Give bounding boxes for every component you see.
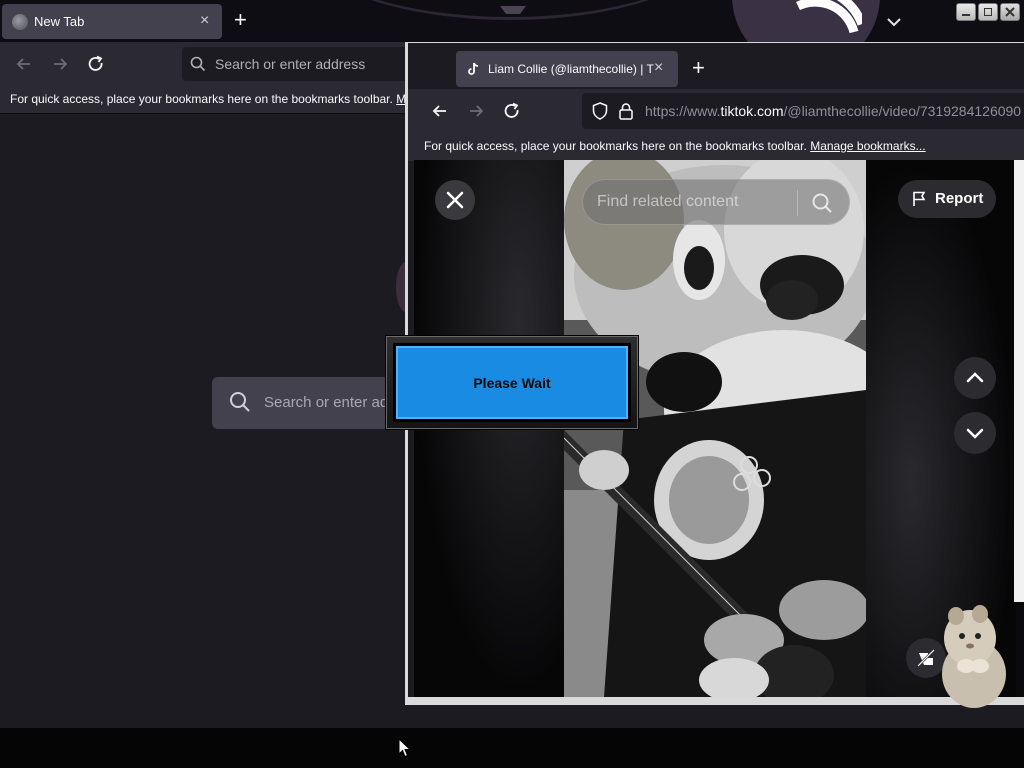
please-wait-label: Please Wait	[473, 374, 551, 391]
navigation-toolbar: Search or enter address	[0, 42, 422, 86]
url-path: /@liamthecollie/video/7319284126090	[783, 103, 1022, 119]
bookmarks-hint: For quick access, place your bookmarks h…	[424, 139, 926, 153]
tab-bar: New Tab × +	[0, 0, 410, 42]
firefox-icon	[12, 14, 28, 30]
report-button[interactable]: Report	[898, 180, 996, 218]
bookmarks-hint: For quick access, place your bookmarks h…	[10, 92, 413, 106]
window-controls	[956, 3, 1020, 21]
page-edge	[1014, 160, 1024, 602]
bookmarks-toolbar: For quick access, place your bookmarks h…	[0, 86, 413, 114]
please-wait-dialog: Please Wait	[386, 336, 638, 429]
search-icon[interactable]	[811, 192, 833, 214]
bookmarks-hint-text: For quick access, place your bookmarks h…	[10, 92, 393, 106]
close-video-button[interactable]	[435, 180, 475, 220]
search-placeholder: Find related content	[597, 193, 739, 210]
next-video-button[interactable]	[954, 412, 996, 454]
background-browser-window: New Tab × + Search or enter address For …	[0, 0, 422, 728]
please-wait-panel: Please Wait	[393, 343, 631, 422]
address-bar[interactable]: https://www.tiktok.com/@liamthecollie/vi…	[582, 93, 1024, 129]
close-window-button[interactable]	[1000, 3, 1020, 21]
flag-icon	[913, 191, 926, 206]
chevron-up-icon	[966, 372, 984, 383]
address-bar[interactable]: Search or enter address	[182, 47, 422, 81]
address-placeholder: Search or enter address	[215, 56, 366, 72]
forward-arrow-icon[interactable]	[466, 101, 486, 121]
wallpaper-circle	[732, 0, 880, 42]
back-arrow-icon[interactable]	[430, 101, 450, 121]
url-host: tiktok.com	[720, 103, 784, 119]
maximize-button[interactable]	[978, 3, 998, 21]
chevron-down-icon[interactable]	[884, 12, 904, 32]
search-icon	[190, 56, 206, 72]
bookmarks-hint-text: For quick access, place your bookmarks h…	[424, 139, 807, 153]
tiktok-icon	[468, 62, 479, 75]
search-icon	[230, 392, 250, 412]
chevron-down-icon	[966, 428, 984, 439]
tab-new-tab[interactable]: New Tab ×	[2, 4, 222, 39]
forward-arrow-icon[interactable]	[50, 54, 70, 74]
find-related-search[interactable]: Find related content	[582, 179, 850, 225]
reload-icon[interactable]	[502, 101, 522, 121]
back-arrow-icon[interactable]	[14, 54, 34, 74]
wallpaper-ornament	[500, 6, 526, 14]
close-tab-icon[interactable]: ×	[200, 12, 209, 30]
shield-icon[interactable]	[592, 102, 608, 120]
close-icon	[446, 191, 464, 209]
hamster-mascot[interactable]	[936, 604, 1008, 708]
url-prefix: https://www.	[645, 103, 721, 119]
minimize-button[interactable]	[956, 3, 976, 21]
search-divider	[797, 190, 798, 216]
tab-bar: Liam Collie (@liamthecollie) | T × +	[408, 43, 1024, 89]
lock-icon[interactable]	[618, 102, 634, 120]
navigation-toolbar: https://www.tiktok.com/@liamthecollie/vi…	[408, 89, 1024, 133]
reload-icon[interactable]	[86, 54, 106, 74]
tab-tiktok[interactable]: Liam Collie (@liamthecollie) | T ×	[456, 51, 678, 87]
bookmarks-toolbar: For quick access, place your bookmarks h…	[408, 133, 1024, 161]
close-tab-icon[interactable]: ×	[654, 59, 663, 77]
tab-title: Liam Collie (@liamthecollie) | T	[488, 62, 654, 76]
previous-video-button[interactable]	[954, 357, 996, 399]
tab-title: New Tab	[34, 14, 85, 29]
manage-bookmarks-link[interactable]: Manage bookmarks...	[810, 139, 925, 153]
new-tab-button[interactable]: +	[692, 56, 705, 80]
mouse-cursor-icon	[398, 738, 412, 758]
report-label: Report	[935, 190, 984, 207]
mini-player-icon	[917, 649, 935, 667]
search-placeholder: Search or enter ad	[264, 394, 389, 411]
new-tab-button[interactable]: +	[234, 8, 247, 32]
url-text: https://www.tiktok.com/@liamthecollie/vi…	[645, 103, 1021, 119]
taskbar	[0, 728, 1024, 768]
